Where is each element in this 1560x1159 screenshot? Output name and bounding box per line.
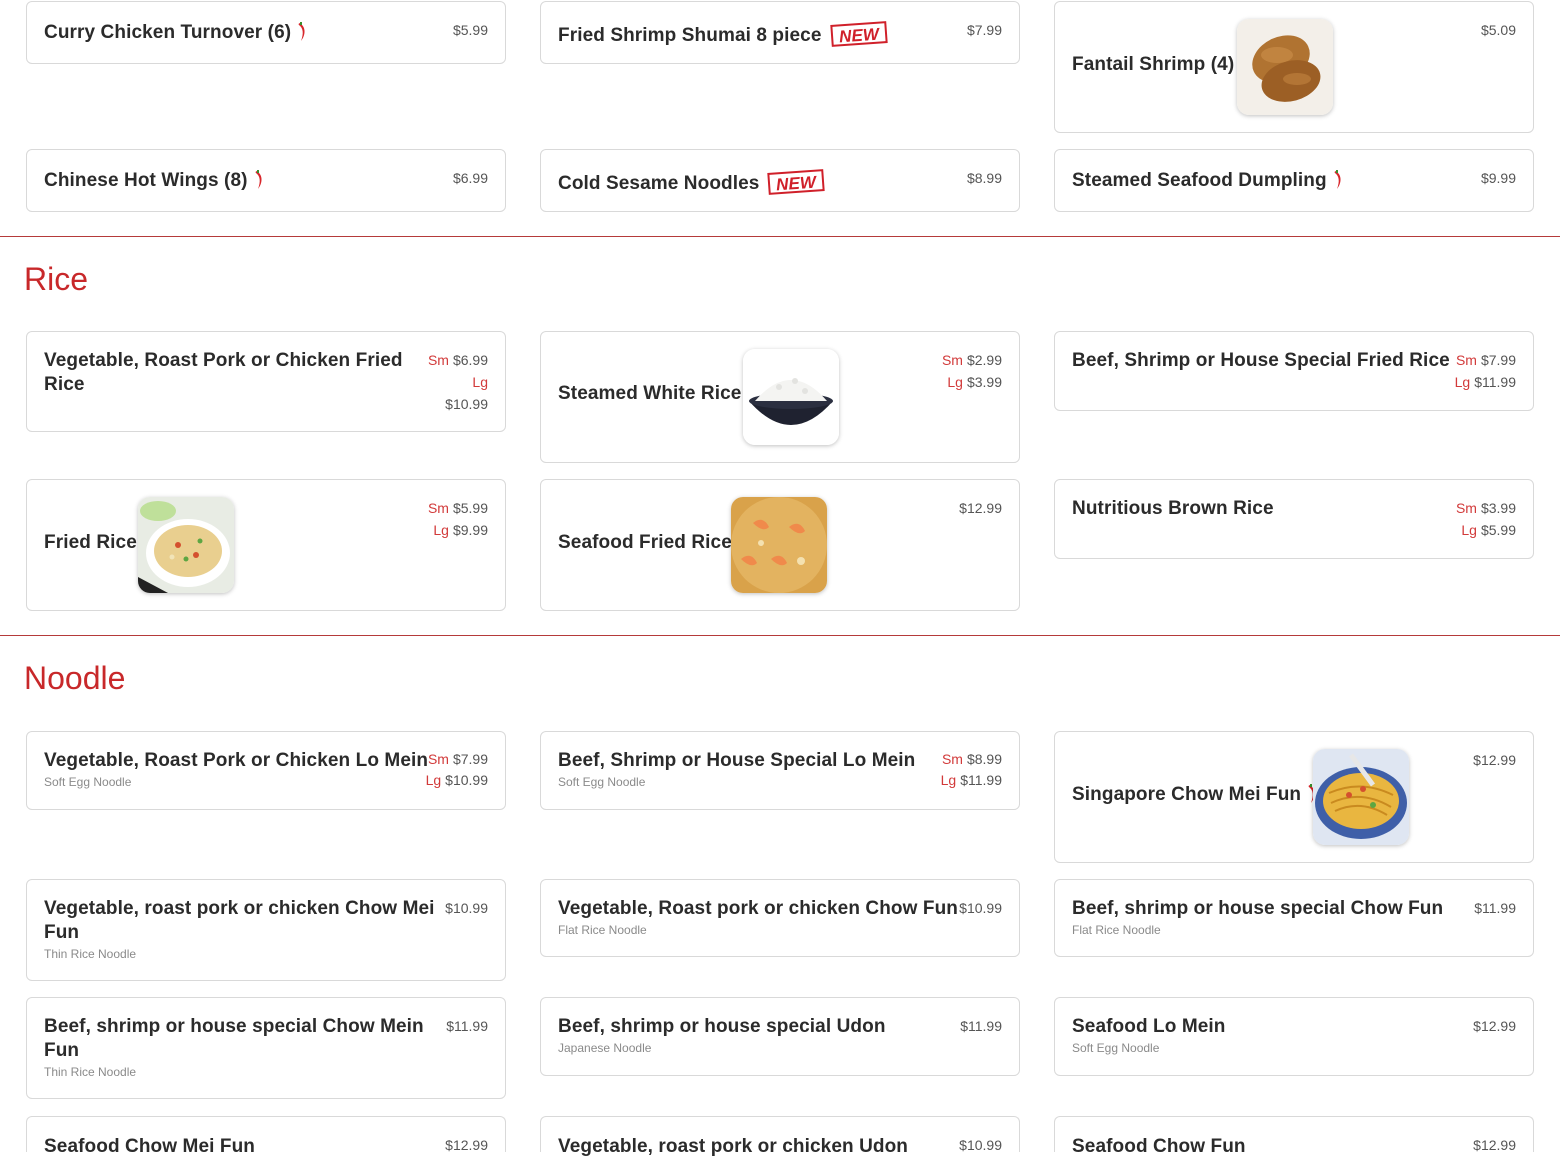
menu-item-card[interactable]: Cold Sesame Noodles $8.99 <box>540 149 1020 212</box>
singapore-noodle-photo <box>1313 749 1409 845</box>
item-name: Vegetable, Roast pork or chicken Chow Fu… <box>558 898 959 919</box>
menu-item-card[interactable]: Seafood Fried Rice $12.99 <box>540 479 1020 611</box>
item-name: Fried Rice <box>44 532 137 553</box>
item-name: Seafood Chow Fun <box>1072 1136 1246 1157</box>
item-name: Beef, Shrimp or House Special Lo Mein <box>558 750 916 771</box>
item-description: Soft Egg Noodle <box>1072 1041 1160 1055</box>
item-name: Vegetable, roast pork or chicken Udon <box>558 1136 909 1157</box>
item-name: Seafood Fried Rice <box>558 532 732 553</box>
item-name: Beef, shrimp or house special Chow Mein … <box>44 1016 424 1061</box>
menu-item-card[interactable]: Fried Rice Sm $5.99 Lg $9.99 <box>26 479 506 611</box>
menu-item-card[interactable]: Seafood Lo Mein Soft Egg Noodle $12.99 <box>1054 997 1534 1076</box>
menu-item-card[interactable]: Beef, Shrimp or House Special Lo Mein So… <box>540 731 1020 810</box>
item-name: Fantail Shrimp (4) <box>1072 54 1235 75</box>
item-name: Singapore Chow Mei Fun <box>1072 784 1302 805</box>
item-price: $12.99 <box>1473 752 1516 768</box>
menu-item-card[interactable]: Vegetable, Roast pork or chicken Chow Fu… <box>540 879 1020 957</box>
item-price: $5.99 <box>452 22 488 38</box>
new-badge-icon <box>829 21 888 47</box>
item-name: Steamed Seafood Dumpling <box>1072 170 1327 191</box>
menu-item-card[interactable]: Beef, shrimp or house special Chow Fun F… <box>1054 879 1534 957</box>
item-name: Seafood Chow Mei Fun <box>44 1136 255 1157</box>
item-name: Curry Chicken Turnover (6) <box>44 22 292 43</box>
menu-item-card[interactable]: Beef, shrimp or house special Chow Mein … <box>26 997 506 1099</box>
item-name: Chinese Hot Wings (8) <box>44 170 248 191</box>
item-name: Vegetable, Roast Pork or Chicken Lo Mein <box>44 750 429 771</box>
menu-item-card[interactable]: Singapore Chow Mei Fun $12.99 <box>1054 731 1534 863</box>
menu-item-card[interactable]: Vegetable, Roast Pork or Chicken Fried R… <box>26 331 506 432</box>
item-price: Sm $7.99 Lg $11.99 <box>1454 352 1516 390</box>
white-rice-photo <box>743 349 839 445</box>
menu-item-card[interactable]: Vegetable, Roast Pork or Chicken Lo Mein… <box>26 731 506 810</box>
chili-pepper-icon <box>298 22 305 41</box>
menu-item-card[interactable]: Steamed White Rice Sm $2.99 Lg $3.99 <box>540 331 1020 463</box>
item-description: Thin Rice Noodle <box>44 1065 137 1079</box>
item-price: $10.99 <box>445 900 488 916</box>
item-description: Japanese Noodle <box>558 1041 652 1055</box>
item-name: Vegetable, roast pork or chicken Chow Me… <box>44 898 435 943</box>
item-name: Nutritious Brown Rice <box>1072 498 1274 519</box>
item-price: $6.99 <box>452 170 488 186</box>
item-description: Soft Egg Noodle <box>558 775 646 789</box>
chili-pepper-icon <box>1334 170 1341 189</box>
item-price: $12.99 <box>1473 1018 1516 1034</box>
menu-item-card[interactable]: Curry Chicken Turnover (6) $5.99 <box>26 1 506 64</box>
item-description: Soft Egg Noodle <box>44 775 132 789</box>
section-divider <box>0 635 1560 636</box>
menu-item-card[interactable]: Chinese Hot Wings (8) $6.99 <box>26 149 506 212</box>
item-price: Sm $6.99 Lg $10.99 <box>427 352 488 412</box>
item-price: $9.99 <box>1480 170 1516 186</box>
seafood-fried-rice-photo <box>731 497 827 593</box>
item-price: Sm $5.99 Lg $9.99 <box>427 500 488 538</box>
menu-item-card[interactable]: Nutritious Brown Rice Sm $3.99 Lg $5.99 <box>1054 479 1534 559</box>
item-price: Sm $7.99 Lg $10.99 <box>425 751 488 788</box>
item-price: $12.99 <box>445 1137 488 1153</box>
menu-item-card[interactable]: Vegetable, roast pork or chicken Udon $1… <box>540 1116 1020 1157</box>
item-price: $10.99 <box>959 900 1002 916</box>
menu-item-card[interactable]: Fried Shrimp Shumai 8 piece $7.99 <box>540 1 1020 64</box>
item-price: $12.99 <box>959 500 1002 516</box>
item-price: $10.99 <box>959 1137 1002 1153</box>
menu-item-card[interactable]: Beef, shrimp or house special Udon Japan… <box>540 997 1020 1076</box>
menu-item-card[interactable]: Seafood Chow Fun $12.99 <box>1054 1116 1534 1157</box>
fantail-shrimp-photo <box>1237 19 1333 115</box>
section-title-noodle: Noodle <box>24 660 126 696</box>
menu-item-card[interactable]: Fantail Shrimp (4) $5.09 <box>1054 1 1534 133</box>
item-name: Fried Shrimp Shumai 8 piece <box>558 25 822 46</box>
item-price: $11.99 <box>1474 900 1516 916</box>
item-name: Vegetable, Roast Pork or Chicken Fried R… <box>44 350 403 395</box>
item-price: $12.99 <box>1473 1137 1516 1153</box>
item-description: Flat Rice Noodle <box>558 923 647 937</box>
item-price: $11.99 <box>446 1018 488 1034</box>
chili-pepper-icon <box>255 170 262 189</box>
menu-item-card[interactable]: Beef, Shrimp or House Special Fried Rice… <box>1054 331 1534 411</box>
item-name: Beef, shrimp or house special Udon <box>558 1016 886 1037</box>
item-name: Beef, Shrimp or House Special Fried Rice <box>1072 350 1450 371</box>
item-price: $8.99 <box>966 170 1002 186</box>
section-title-rice: Rice <box>24 261 89 297</box>
section-divider <box>0 236 1560 237</box>
menu-item-card[interactable]: Steamed Seafood Dumpling $9.99 <box>1054 149 1534 212</box>
item-price: $7.99 <box>966 22 1002 38</box>
fried-rice-photo <box>138 497 234 593</box>
item-price: $5.09 <box>1480 22 1516 38</box>
item-name: Steamed White Rice <box>558 383 742 404</box>
item-description: Thin Rice Noodle <box>44 947 137 961</box>
item-name: Cold Sesame Noodles <box>558 173 760 194</box>
item-description: Flat Rice Noodle <box>1072 923 1161 937</box>
menu-item-card[interactable]: Vegetable, roast pork or chicken Chow Me… <box>26 879 506 981</box>
item-name: Seafood Lo Mein <box>1072 1016 1226 1037</box>
item-price: Sm $8.99 Lg $11.99 <box>940 751 1002 788</box>
item-price: Sm $2.99 Lg $3.99 <box>941 352 1002 390</box>
new-badge-icon <box>767 169 826 195</box>
item-price: $11.99 <box>960 1018 1002 1034</box>
item-name: Beef, shrimp or house special Chow Fun <box>1072 898 1444 919</box>
menu-item-card[interactable]: Seafood Chow Mei Fun $12.99 <box>26 1116 506 1157</box>
item-price: Sm $3.99 Lg $5.99 <box>1455 500 1516 538</box>
